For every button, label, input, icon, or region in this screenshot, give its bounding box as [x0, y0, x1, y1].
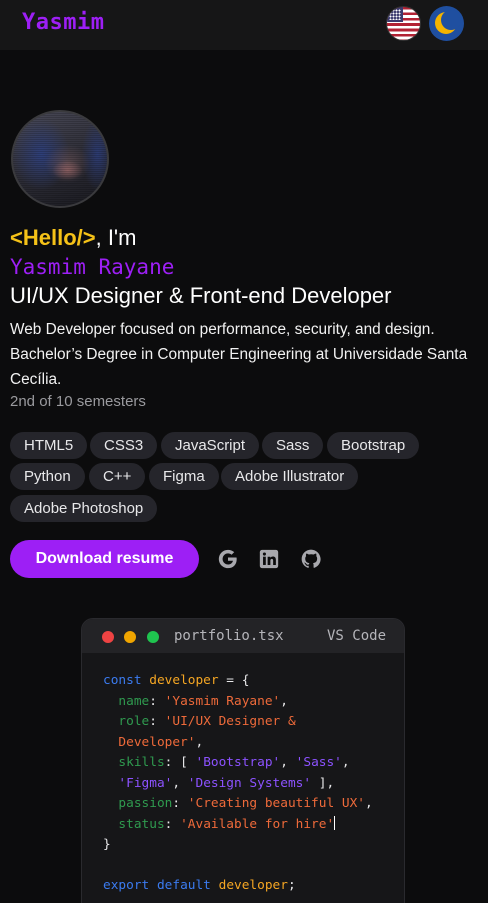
skill-chip-css3: CSS3 — [90, 432, 158, 459]
minimize-dot-icon — [124, 631, 136, 643]
hello-tag: <Hello/> — [10, 225, 96, 250]
skill-chip-sass: Sass — [262, 432, 324, 459]
skill-chip-javascript: JavaScript — [161, 432, 260, 459]
hello-line: <Hello/>, I'm — [10, 226, 136, 250]
hero-bio: Web Developer focused on performance, se… — [10, 321, 468, 388]
skill-chip-bootstrap: Bootstrap — [327, 432, 420, 459]
editor-titlebar: portfolio.tsx VS Code — [82, 619, 404, 653]
skill-chip-cpp: C++ — [89, 463, 146, 490]
hello-suffix: , I'm — [95, 225, 137, 250]
skill-chip-python: Python — [10, 463, 85, 490]
maximize-dot-icon — [147, 631, 159, 643]
editor-filename: portfolio.tsx — [174, 628, 284, 644]
github-icon[interactable] — [300, 548, 322, 570]
moon-icon[interactable] — [429, 6, 464, 41]
semester-text: 2nd of 10 semesters — [10, 393, 146, 410]
download-resume-button[interactable]: Download resume — [10, 540, 199, 578]
code-editor-card: portfolio.tsx VS Code const developer = … — [81, 618, 405, 903]
linkedin-icon[interactable] — [258, 548, 280, 570]
text-cursor — [334, 815, 336, 830]
us-flag-icon[interactable] — [386, 6, 421, 41]
close-dot-icon — [102, 631, 114, 643]
editor-app-name: VS Code — [327, 628, 387, 644]
skill-chip-adobe-illustrator: Adobe Illustrator — [221, 463, 359, 490]
brand-logo[interactable]: Yasmim — [22, 10, 104, 35]
code-block: const developer = { name: 'Yasmim Rayane… — [103, 673, 373, 893]
skill-chip-html5: HTML5 — [10, 432, 88, 459]
skill-chip-figma: Figma — [149, 463, 219, 490]
avatar — [11, 110, 109, 208]
hero-role: UI/UX Designer & Front-end Developer — [10, 283, 392, 308]
hero-name: Yasmim Rayane — [10, 255, 175, 279]
skill-chip-adobe-photoshop: Adobe Photoshop — [10, 495, 158, 522]
google-icon[interactable] — [217, 548, 239, 570]
top-navbar: Yasmim — [0, 0, 488, 50]
